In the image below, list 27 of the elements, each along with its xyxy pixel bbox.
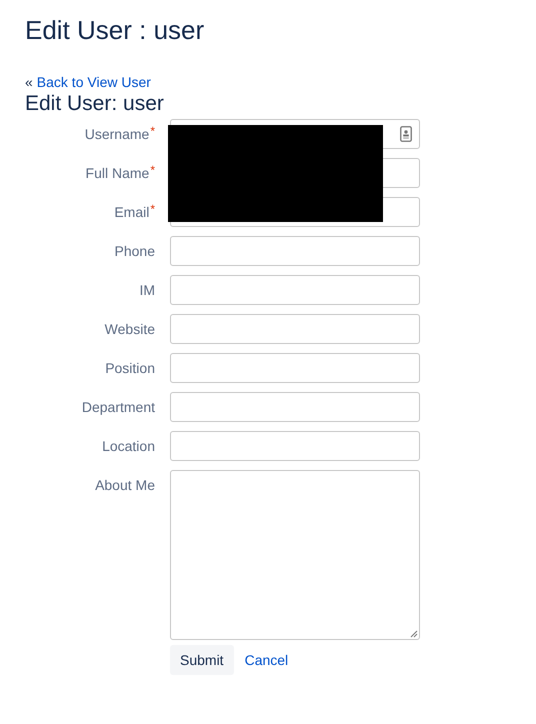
submit-button[interactable]: Submit [170, 645, 234, 675]
field-label: Full Name [86, 164, 150, 182]
field-label: Phone [114, 242, 155, 260]
input-field[interactable] [170, 275, 420, 305]
form-title: Edit User: user [25, 91, 164, 117]
field-label: Position [105, 359, 155, 377]
back-arrows: « [25, 73, 33, 91]
field-label: Username [84, 125, 150, 143]
contact-card-icon[interactable] [400, 126, 412, 142]
field-label: Email [114, 203, 150, 221]
field-label: IM [139, 281, 155, 299]
input-field[interactable] [170, 431, 420, 461]
input-field[interactable] [170, 236, 420, 266]
input-field[interactable] [170, 314, 420, 344]
page-title: Edit User : user [25, 14, 204, 46]
field-label: Department [82, 398, 155, 416]
required-mark: * [150, 125, 155, 140]
resize-grip-icon[interactable] [409, 629, 418, 638]
required-mark: * [150, 164, 155, 179]
cancel-link[interactable]: Cancel [244, 652, 288, 668]
required-mark: * [150, 203, 155, 218]
input-field[interactable] [170, 353, 420, 383]
input-field[interactable] [170, 392, 420, 422]
field-label: About Me [95, 476, 155, 494]
field-label: Location [102, 437, 155, 455]
field-label: Website [104, 320, 155, 338]
back-link[interactable]: Back to View User [36, 73, 151, 91]
